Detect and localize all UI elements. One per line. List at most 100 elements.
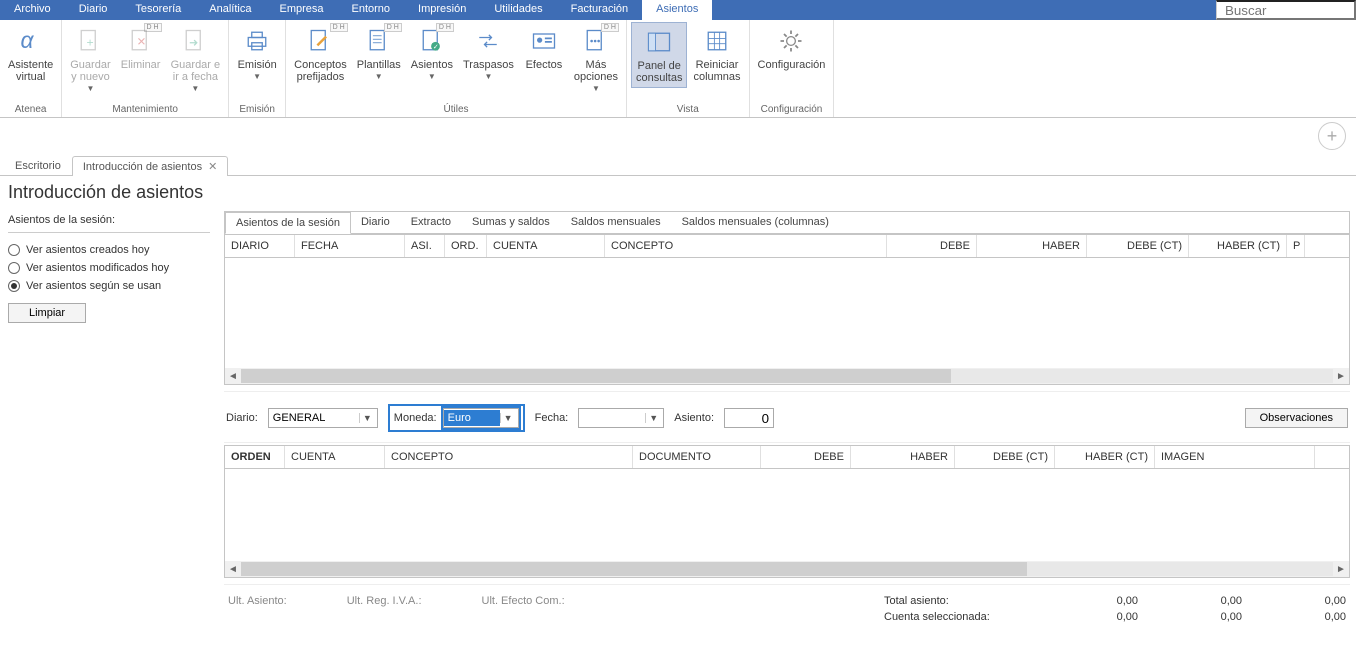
column-header[interactable]: DEBE: [887, 235, 977, 257]
menu-empresa[interactable]: Empresa: [265, 0, 337, 20]
chevron-down-icon[interactable]: ▼: [592, 84, 600, 93]
total-label: Cuenta seleccionada:: [884, 611, 1034, 623]
menu-entorno[interactable]: Entorno: [338, 0, 405, 20]
configuracion-button[interactable]: Configuración: [754, 22, 830, 74]
column-header[interactable]: CONCEPTO: [385, 446, 633, 468]
asiento-input[interactable]: [724, 408, 774, 428]
entry-form: Diario: ▼ Moneda: ▼ Fecha: ▼ Asiento: Ob…: [224, 391, 1350, 443]
plantillas-button[interactable]: D HPlantillas▼: [353, 22, 405, 84]
emision-button[interactable]: Emisión▼: [233, 22, 281, 84]
inner-tab[interactable]: Diario: [351, 212, 401, 233]
diario-input[interactable]: [269, 410, 359, 426]
footer-label: Ult. Reg. I.V.A.:: [347, 595, 422, 623]
radio-label: Ver asientos modificados hoy: [26, 262, 169, 274]
doc-x-icon: ✕: [125, 25, 157, 57]
ribbon-label: Guardar e ir a fecha: [171, 59, 221, 83]
column-header[interactable]: DOCUMENTO: [633, 446, 761, 468]
chevron-down-icon[interactable]: ▼: [191, 84, 199, 93]
traspasos-button[interactable]: Traspasos▼: [459, 22, 518, 84]
column-header[interactable]: CUENTA: [285, 446, 385, 468]
grid-body[interactable]: [225, 469, 1349, 561]
ribbon-label: Guardar y nuevo: [70, 59, 110, 83]
column-header[interactable]: DIARIO: [225, 235, 295, 257]
radio-option[interactable]: Ver asientos creados hoy: [8, 241, 210, 259]
conceptos-button[interactable]: D HConceptos prefijados: [290, 22, 351, 86]
column-header[interactable]: HABER: [851, 446, 955, 468]
column-header[interactable]: HABER (CT): [1189, 235, 1287, 257]
inner-tab[interactable]: Extracto: [401, 212, 462, 233]
column-header[interactable]: ORD.: [445, 235, 487, 257]
scroll-right-icon[interactable]: ►: [1333, 371, 1349, 382]
guardar-fecha-button[interactable]: Guardar e ir a fecha▼: [167, 22, 225, 96]
column-header[interactable]: P: [1287, 235, 1305, 257]
chevron-down-icon[interactable]: ▼: [359, 413, 375, 423]
add-button[interactable]: +: [1318, 122, 1346, 150]
reiniciar-columnas-button[interactable]: Reiniciar columnas: [689, 22, 744, 86]
mas-opciones-button[interactable]: D HMás opciones▼: [570, 22, 622, 96]
horizontal-scrollbar[interactable]: ◄ ►: [225, 368, 1349, 384]
column-header[interactable]: HABER (CT): [1055, 446, 1155, 468]
menu-tesorería[interactable]: Tesorería: [121, 0, 195, 20]
close-icon[interactable]: ✕: [208, 161, 217, 173]
total-value: 0,00: [1142, 595, 1242, 607]
efectos-button[interactable]: Efectos: [520, 22, 568, 74]
inner-tab[interactable]: Saldos mensuales: [561, 212, 672, 233]
inner-tab[interactable]: Asientos de la sesión: [225, 212, 351, 234]
column-header[interactable]: IMAGEN: [1155, 446, 1315, 468]
radio-option[interactable]: Ver asientos según se usan: [8, 277, 210, 295]
moneda-input[interactable]: [444, 410, 500, 426]
grid-icon: [701, 25, 733, 57]
menu-utilidades[interactable]: Utilidades: [480, 0, 556, 20]
menu-archivo[interactable]: Archivo: [0, 0, 65, 20]
column-header[interactable]: DEBE: [761, 446, 851, 468]
ribbon-label: Eliminar: [121, 59, 161, 71]
menu-diario[interactable]: Diario: [65, 0, 122, 20]
menu-analítica[interactable]: Analítica: [195, 0, 265, 20]
limpiar-button[interactable]: Limpiar: [8, 303, 86, 323]
inner-tab[interactable]: Sumas y saldos: [462, 212, 561, 233]
horizontal-scrollbar[interactable]: ◄ ►: [225, 561, 1349, 577]
column-header[interactable]: HABER: [977, 235, 1087, 257]
chevron-down-icon[interactable]: ▼: [484, 72, 492, 81]
search-input[interactable]: [1216, 0, 1356, 20]
chevron-down-icon[interactable]: ▼: [428, 72, 436, 81]
scroll-right-icon[interactable]: ►: [1333, 564, 1349, 575]
column-header[interactable]: FECHA: [295, 235, 405, 257]
eliminar-button[interactable]: D H✕Eliminar: [117, 22, 165, 74]
moneda-combo[interactable]: ▼: [443, 408, 519, 428]
chevron-down-icon[interactable]: ▼: [645, 413, 661, 423]
total-value: 0,00: [1038, 611, 1138, 623]
sidebar: Asientos de la sesión: Ver asientos crea…: [0, 207, 218, 629]
chevron-down-icon[interactable]: ▼: [86, 84, 94, 93]
doc-tab[interactable]: Escritorio: [4, 156, 72, 175]
fecha-input[interactable]: [579, 410, 645, 426]
column-header[interactable]: DEBE (CT): [955, 446, 1055, 468]
diario-combo[interactable]: ▼: [268, 408, 378, 428]
menu-facturación[interactable]: Facturación: [557, 0, 642, 20]
radio-option[interactable]: Ver asientos modificados hoy: [8, 259, 210, 277]
chevron-down-icon[interactable]: ▼: [375, 72, 383, 81]
scroll-left-icon[interactable]: ◄: [225, 371, 241, 382]
column-header[interactable]: ASI.: [405, 235, 445, 257]
column-header[interactable]: ORDEN: [225, 446, 285, 468]
total-value: 0,00: [1246, 611, 1346, 623]
panel-consultas-button[interactable]: Panel de consultas: [631, 22, 687, 88]
arrows-icon: [472, 25, 504, 57]
fecha-combo[interactable]: ▼: [578, 408, 664, 428]
column-header[interactable]: CUENTA: [487, 235, 605, 257]
menu-impresión[interactable]: Impresión: [404, 0, 480, 20]
inner-tab[interactable]: Saldos mensuales (columnas): [672, 212, 840, 233]
column-header[interactable]: DEBE (CT): [1087, 235, 1189, 257]
chevron-down-icon[interactable]: ▼: [500, 413, 516, 423]
doc-tab[interactable]: Introducción de asientos✕: [72, 156, 228, 176]
asientos-button[interactable]: D H✓Asientos▼: [407, 22, 457, 84]
guardar-nuevo-button[interactable]: +Guardar y nuevo▼: [66, 22, 114, 96]
grid-body[interactable]: [225, 258, 1349, 368]
scroll-left-icon[interactable]: ◄: [225, 564, 241, 575]
menu-asientos[interactable]: Asientos: [642, 0, 712, 20]
column-header[interactable]: CONCEPTO: [605, 235, 887, 257]
gear-icon: [775, 25, 807, 57]
asistente-virtual-button[interactable]: αAsistente virtual: [4, 22, 57, 86]
chevron-down-icon[interactable]: ▼: [253, 72, 261, 81]
observaciones-button[interactable]: Observaciones: [1245, 408, 1348, 428]
